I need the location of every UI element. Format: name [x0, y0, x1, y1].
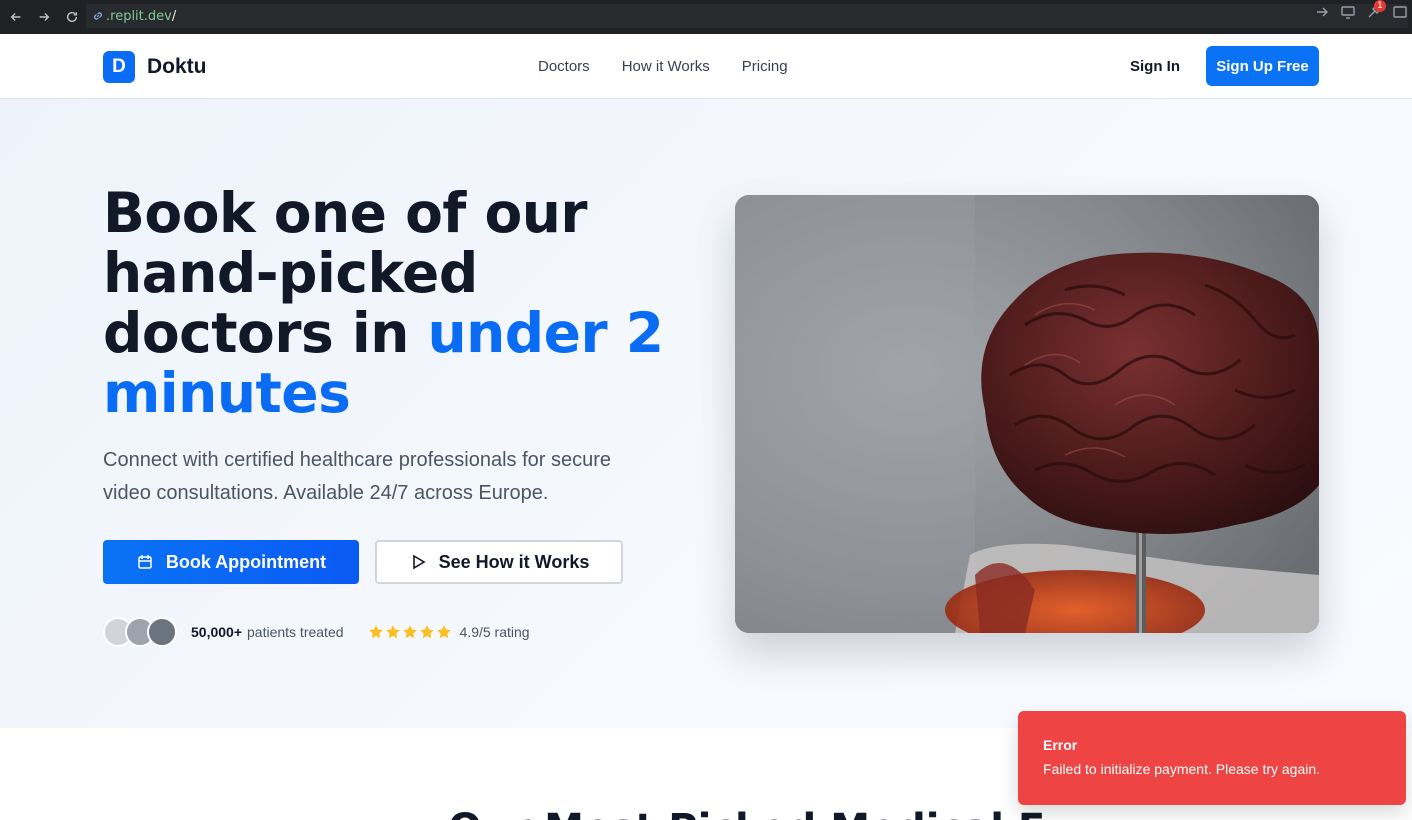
book-appointment-label: Book Appointment	[165, 551, 327, 572]
star-icon	[402, 625, 417, 639]
site-header: D Doktu Doctors How it Works Pricing Sig…	[0, 34, 1412, 99]
toast-message: Failed to initialize payment. Please try…	[1043, 761, 1321, 777]
reload-icon[interactable]	[58, 3, 86, 31]
cast-icon[interactable]	[1340, 4, 1356, 20]
hero-title: Book one of our hand-picked doctors in u…	[103, 183, 703, 423]
url-path: /	[171, 8, 177, 24]
toolbar-actions: 1	[1314, 0, 1408, 20]
see-how-it-works-label: See How it Works	[438, 551, 590, 572]
nav-doctors[interactable]: Doctors	[538, 58, 590, 75]
url-host: .replit.dev	[106, 8, 172, 24]
notification-badge: 1	[1374, 0, 1386, 12]
main-nav: Doctors How it Works Pricing	[538, 58, 788, 75]
address-bar[interactable]: .replit.dev /	[86, 4, 1408, 28]
forward-icon[interactable]	[30, 3, 58, 31]
star-icon	[368, 625, 383, 639]
hero-section: Book one of our hand-picked doctors in u…	[0, 99, 1412, 728]
rating-text: 4.9/5 rating	[459, 624, 530, 640]
nav-how-it-works[interactable]: How it Works	[622, 58, 710, 75]
link-icon	[94, 12, 102, 20]
extension-icon[interactable]: 1	[1366, 0, 1386, 20]
logo-mark: D	[103, 51, 135, 83]
hero-subtitle: Connect with certified healthcare profes…	[103, 449, 612, 504]
sign-up-button[interactable]: Sign Up Free	[1206, 46, 1319, 86]
patients-count: 50,000+	[191, 624, 242, 640]
star-icon	[385, 625, 400, 639]
avatar-stack	[103, 617, 177, 647]
star-rating	[368, 624, 452, 640]
see-how-it-works-button[interactable]: See How it Works	[375, 540, 623, 584]
social-proof: 50,000+ patients treated 4.9/5 rating	[103, 617, 530, 647]
book-appointment-button[interactable]: Book Appointment	[103, 540, 359, 584]
star-icon	[436, 625, 451, 639]
play-icon	[412, 554, 426, 570]
brain-model-image	[735, 195, 1319, 633]
share-arrow-icon[interactable]	[1314, 4, 1330, 20]
sign-in-link[interactable]: Sign In	[1130, 58, 1180, 75]
avatar	[147, 617, 177, 647]
star-icon	[419, 625, 434, 639]
patients-label: patients treated	[247, 624, 344, 640]
section-heading: Our Most Picked Medical E	[448, 806, 1045, 820]
error-toast[interactable]: Error Failed to initialize payment. Plea…	[1018, 711, 1406, 805]
toast-title: Error	[1043, 737, 1078, 753]
brain-model-illustration	[735, 195, 1319, 633]
calendar-icon	[138, 555, 152, 569]
brand-name: Doktu	[147, 55, 207, 78]
nav-pricing[interactable]: Pricing	[742, 58, 788, 75]
browser-toolbar: .replit.dev/ 1	[0, 0, 1412, 34]
back-icon[interactable]	[2, 3, 30, 31]
brand-logo[interactable]: D Doktu	[103, 51, 207, 83]
window-icon[interactable]	[1392, 4, 1408, 20]
